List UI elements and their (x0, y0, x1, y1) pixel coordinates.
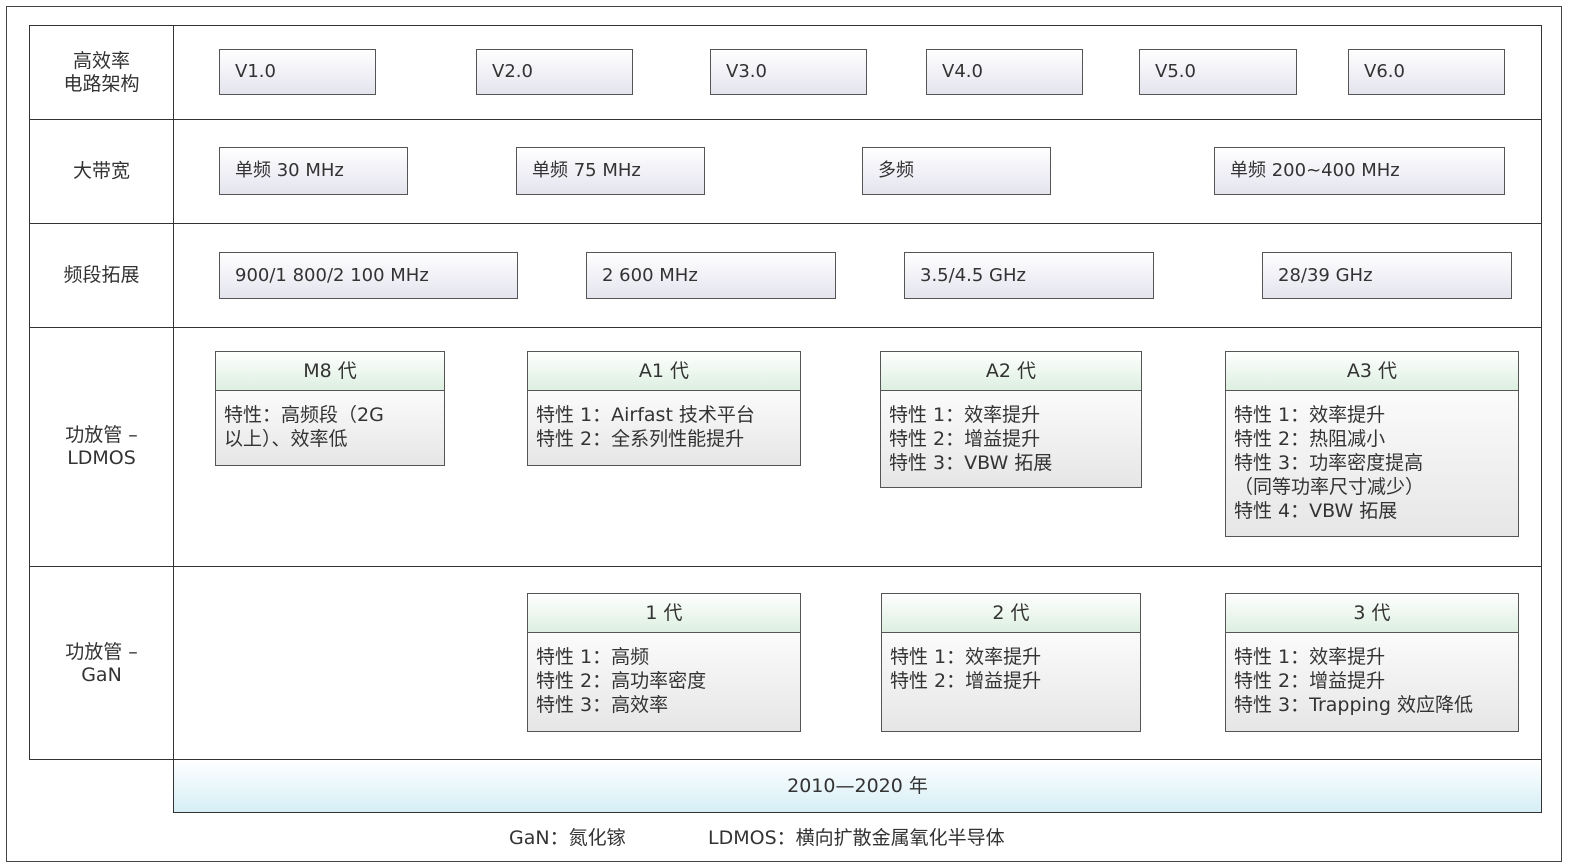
feature-line: 特性 3：高效率 (536, 694, 669, 716)
row-divider (29, 566, 1542, 567)
row-label-line: 高效率 (72, 49, 130, 72)
card-title: M8 代 (216, 352, 444, 391)
card-title: A2 代 (881, 352, 1141, 391)
card-body: 特性 1：效率提升 特性 2：增益提升 特性 3：VBW 拓展 (881, 391, 1141, 487)
feature-line: 特性 1：效率提升 (890, 646, 1042, 668)
row-divider (29, 327, 1542, 328)
band-tag: 900/1 800/2 100 MHz (219, 252, 518, 299)
ldmos-generation-card: M8 代 特性：高频段（2G 以上）、效率低 (215, 351, 445, 466)
gan-generation-card: 2 代 特性 1：效率提升 特性 2：增益提升 (881, 593, 1141, 732)
row-label-line: 频段拓展 (63, 264, 140, 286)
version-tag: V5.0 (1139, 49, 1297, 95)
band-tag: 3.5/4.5 GHz (904, 252, 1154, 299)
band-tag: 2 600 MHz (586, 252, 836, 299)
card-title: A1 代 (528, 352, 800, 391)
version-tag: V1.0 (219, 49, 376, 95)
feature-line: 特性 2：全系列性能提升 (536, 428, 745, 450)
row-label-band: 频段拓展 (30, 224, 173, 327)
row-label-line: GaN (81, 663, 122, 686)
card-title: 1 代 (528, 594, 800, 633)
feature-line: 特性：高频段（2G (224, 404, 384, 426)
row-divider (29, 119, 1542, 120)
feature-line: 特性 3：VBW 拓展 (889, 452, 1053, 474)
row-label-circuit: 高效率 电路架构 (30, 26, 173, 119)
version-tag: V2.0 (476, 49, 633, 95)
card-title: A3 代 (1226, 352, 1518, 391)
card-body: 特性 1：效率提升 特性 2：热阻减小 特性 3：功率密度提高 （同等功率尺寸减… (1226, 391, 1518, 536)
gan-generation-card: 1 代 特性 1：高频 特性 2：高功率密度 特性 3：高效率 (527, 593, 801, 732)
row-label-line: 大带宽 (72, 160, 130, 182)
band-tag: 28/39 GHz (1262, 252, 1512, 299)
bandwidth-tag: 单频 30 MHz (219, 147, 408, 195)
card-body: 特性：高频段（2G 以上）、效率低 (216, 391, 444, 465)
version-tag: V6.0 (1348, 49, 1505, 95)
bandwidth-tag: 单频 75 MHz (516, 147, 705, 195)
feature-line: 特性 1：效率提升 (1234, 404, 1386, 426)
ldmos-generation-card: A1 代 特性 1：Airfast 技术平台 特性 2：全系列性能提升 (527, 351, 801, 466)
label-column-divider (173, 25, 174, 760)
feature-line: 特性 1：Airfast 技术平台 (536, 404, 755, 426)
legend-ldmos: LDMOS：横向扩散金属氧化半导体 (708, 827, 1005, 849)
card-body: 特性 1：效率提升 特性 2：增益提升 特性 3：Trapping 效应降低 (1226, 633, 1518, 731)
card-title: 3 代 (1226, 594, 1518, 633)
feature-line: 特性 1：效率提升 (1234, 646, 1386, 668)
feature-line: 特性 1：高频 (536, 646, 650, 668)
bandwidth-tag: 单频 200~400 MHz (1214, 147, 1505, 195)
timeline-bar: 2010—2020 年 (173, 760, 1542, 813)
feature-line: 特性 2：高功率密度 (536, 670, 707, 692)
feature-line: 特性 2：热阻减小 (1234, 428, 1386, 450)
feature-line: 特性 2：增益提升 (1234, 670, 1386, 692)
row-label-line: 电路架构 (63, 72, 140, 95)
row-label-gan: 功放管 – GaN (30, 567, 173, 760)
row-label-line: 功放管 – (65, 424, 138, 446)
legend-gan: GaN：氮化镓 (509, 827, 626, 849)
feature-line: 特性 1：效率提升 (889, 404, 1041, 426)
feature-line: 特性 4：VBW 拓展 (1234, 500, 1398, 522)
card-body: 特性 1：Airfast 技术平台 特性 2：全系列性能提升 (528, 391, 800, 465)
feature-line: 特性 3：功率密度提高 (1234, 452, 1424, 474)
row-label-bandwidth: 大带宽 (30, 120, 173, 223)
card-body: 特性 1：效率提升 特性 2：增益提升 (882, 633, 1140, 731)
feature-line: 特性 2：增益提升 (889, 428, 1041, 450)
feature-line: 特性 3：Trapping 效应降低 (1234, 694, 1473, 716)
row-label-line: 功放管 – (65, 640, 138, 663)
bandwidth-tag: 多频 (862, 147, 1051, 195)
feature-line: （同等功率尺寸减少） (1234, 476, 1425, 498)
row-label-ldmos: 功放管 – LDMOS (30, 328, 173, 566)
ldmos-generation-card: A2 代 特性 1：效率提升 特性 2：增益提升 特性 3：VBW 拓展 (880, 351, 1142, 488)
card-title: 2 代 (882, 594, 1140, 633)
feature-line: 特性 2：增益提升 (890, 670, 1042, 692)
gan-generation-card: 3 代 特性 1：效率提升 特性 2：增益提升 特性 3：Trapping 效应… (1225, 593, 1519, 732)
ldmos-generation-card: A3 代 特性 1：效率提升 特性 2：热阻减小 特性 3：功率密度提高 （同等… (1225, 351, 1519, 537)
version-tag: V3.0 (710, 49, 867, 95)
row-label-line: LDMOS (67, 447, 136, 469)
version-tag: V4.0 (926, 49, 1083, 95)
feature-line: 以上）、效率低 (224, 428, 348, 450)
row-divider (29, 223, 1542, 224)
card-body: 特性 1：高频 特性 2：高功率密度 特性 3：高效率 (528, 633, 800, 731)
